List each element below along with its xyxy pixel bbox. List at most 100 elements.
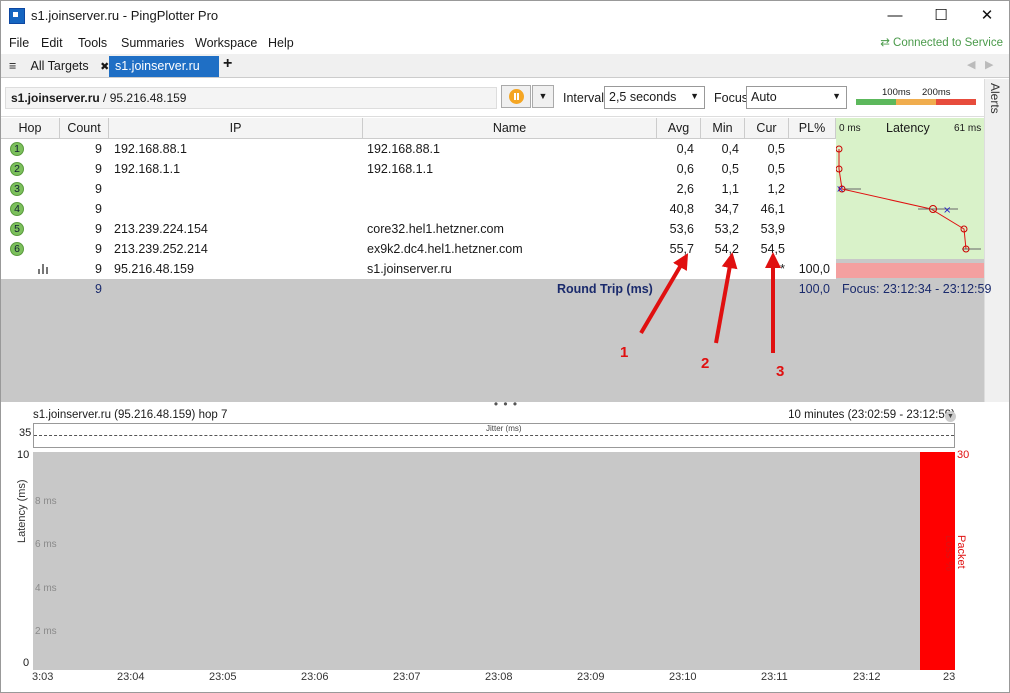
x-tick: 23:06 (301, 671, 329, 683)
menu-file[interactable]: File (9, 36, 29, 50)
focus-select[interactable]: Auto ▼ (746, 86, 847, 109)
trace-grid: Hop Count IP Name Avg Min Cur PL% 0 ms L… (1, 118, 991, 402)
menu-edit[interactable]: Edit (41, 36, 63, 50)
scroll-left-icon[interactable]: ◀ (967, 58, 975, 71)
col-pl[interactable]: PL% (789, 118, 836, 139)
col-cur[interactable]: Cur (745, 118, 789, 139)
latency-title: Latency (886, 121, 930, 135)
app-icon (9, 8, 25, 24)
menu-help[interactable]: Help (268, 36, 294, 50)
count-cell: 9 (95, 182, 102, 196)
pl-cell (789, 139, 830, 159)
cur-cell: 1,2 (767, 182, 785, 196)
scale-yellow-band (896, 99, 936, 105)
ip-cell: 95.216.48.159 (114, 262, 194, 276)
count-cell: 9 (95, 162, 102, 176)
ip-cell: 192.168.88.1 (114, 142, 187, 156)
latency-max-label: 61 ms (954, 123, 982, 134)
col-avg[interactable]: Avg (657, 118, 701, 139)
interval-label: Interval (563, 91, 604, 105)
pause-dropdown-button[interactable]: ▼ (532, 85, 554, 108)
ip-cell: 213.239.224.154 (114, 222, 208, 236)
hop-number: 5 (10, 222, 24, 236)
hop3-current-marker: × (836, 184, 844, 195)
latency-plot: × × (836, 145, 981, 253)
avg-cell: 53,6 (669, 222, 694, 236)
minimize-button[interactable]: — (872, 1, 918, 31)
timeline-range[interactable]: 10 minutes (23:02:59 - 23:12:59) (788, 409, 955, 421)
target-toolbar: s1.joinserver.ru / 95.216.48.159 ▼ Inter… (1, 79, 984, 117)
focus-value: Auto (751, 90, 777, 104)
grid-label-2ms: 2 ms (35, 626, 57, 637)
target-address-box[interactable]: s1.joinserver.ru / 95.216.48.159 (5, 87, 497, 109)
cur-cell: 53,9 (760, 222, 785, 236)
count-cell: 9 (95, 142, 102, 156)
summary-count: 9 (95, 282, 102, 296)
y2-axis-label: Packet Loss % (943, 535, 967, 572)
tab-all-targets[interactable]: ≡ All Targets ✖ (5, 56, 113, 76)
connection-status[interactable]: ⇄ Connected to Service (880, 35, 1003, 49)
name-cell: core32.hel1.hetzner.com (367, 222, 504, 236)
add-tab-button[interactable]: + (223, 55, 232, 73)
hop-number: 4 (10, 202, 24, 216)
menu-workspace[interactable]: Workspace (195, 36, 257, 50)
hop-number: 2 (10, 162, 24, 176)
avg-cell: 2,6 (676, 182, 694, 196)
close-tab-icon[interactable]: ✖ (100, 61, 109, 73)
col-count[interactable]: Count (60, 118, 109, 139)
maximize-button[interactable]: ☐ (918, 1, 964, 31)
x-tick: 23:07 (393, 671, 421, 683)
col-name[interactable]: Name (363, 118, 657, 139)
table-row[interactable]: 2 9 192.168.1.1 192.168.1.1 0,6 0,5 0,5 (1, 159, 836, 179)
col-ip[interactable]: IP (109, 118, 363, 139)
title-bar: s1.joinserver.ru - PingPlotter Pro — ☐ ✕ (1, 1, 1009, 32)
scale-green-band (856, 99, 896, 105)
latency-timeline-graph[interactable]: 8 ms 6 ms 4 ms 2 ms (33, 452, 955, 670)
latency-min-label: 0 ms (839, 123, 861, 134)
scroll-right-icon[interactable]: ▶ (985, 58, 993, 71)
interval-select[interactable]: 2,5 seconds ▼ (604, 86, 705, 109)
tab-joinserver[interactable]: s1.joinserver.ru ✔ (109, 56, 219, 93)
interval-value: 2,5 seconds (609, 90, 677, 104)
col-hop[interactable]: Hop (1, 118, 60, 139)
name-cell: s1.joinserver.ru (367, 262, 452, 276)
annotation-label-2: 2 (701, 355, 710, 372)
pl-cell (789, 179, 830, 199)
col-latency[interactable]: 0 ms Latency 61 ms (836, 118, 984, 139)
annotation-label-3: 3 (776, 363, 785, 380)
range-dropdown-icon[interactable]: ▼ (945, 411, 956, 422)
scale-red-band (936, 99, 976, 105)
alerts-sidebar[interactable]: Alerts (984, 79, 1009, 402)
count-cell: 9 (95, 242, 102, 256)
x-tick: 23:11 (761, 671, 788, 683)
min-cell: 1,1 (721, 182, 739, 196)
menu-summaries[interactable]: Summaries (121, 36, 184, 50)
arrow-1 (639, 253, 689, 335)
y-axis-label: Latency (ms) (16, 479, 28, 543)
hop-number: 1 (10, 142, 24, 156)
pause-icon (509, 89, 524, 104)
chevron-down-icon: ▼ (832, 91, 841, 101)
x-tick: 23:08 (485, 671, 513, 683)
min-cell: 0,5 (721, 162, 739, 176)
grid-header: Hop Count IP Name Avg Min Cur PL% 0 ms L… (1, 118, 984, 139)
bar-chart-icon[interactable] (38, 264, 50, 274)
x-tick: 23:10 (669, 671, 697, 683)
x-tick: 23:05 (209, 671, 237, 683)
panel-splitter[interactable]: • • • (1, 398, 1009, 410)
col-min[interactable]: Min (701, 118, 745, 139)
menu-tools[interactable]: Tools (78, 36, 107, 50)
y-axis-max: 10 (17, 449, 30, 461)
table-row[interactable]: 4 9 40,8 34,7 46,1 (1, 199, 836, 219)
jitter-graph: Jitter (ms) (33, 423, 955, 448)
table-row[interactable]: 1 9 192.168.88.1 192.168.88.1 0,4 0,4 0,… (1, 139, 836, 159)
focus-range: Focus: 23:12:34 - 23:12:59 (842, 282, 992, 296)
jitter-max-label: 35 (19, 427, 32, 439)
min-cell: 53,2 (714, 222, 739, 236)
window-title: s1.joinserver.ru - PingPlotter Pro (31, 8, 219, 23)
table-row[interactable]: 3 9 2,6 1,1 1,2 (1, 179, 836, 199)
table-row[interactable]: 5 9 213.239.224.154 core32.hel1.hetzner.… (1, 219, 836, 239)
pause-button[interactable] (501, 85, 531, 108)
close-button[interactable]: ✕ (964, 1, 1009, 31)
tab-joinserver-label: s1.joinserver.ru (115, 59, 200, 73)
